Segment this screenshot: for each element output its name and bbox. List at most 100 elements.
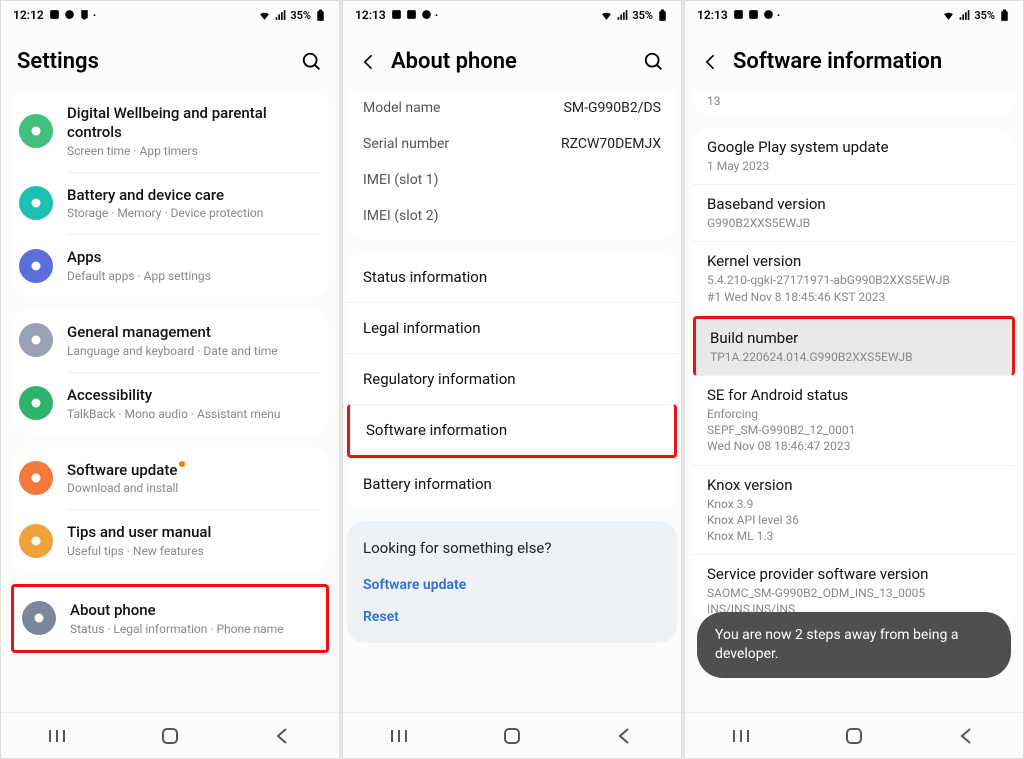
settings-row-digital-wellbeing-and-parental-controls[interactable]: Digital Wellbeing and parental controls … [11, 90, 329, 172]
update-badge [179, 461, 185, 467]
status-time: 12:13 [355, 8, 386, 22]
battery-text: 35% [632, 9, 653, 22]
row-icon [19, 524, 53, 558]
row-sub: Default apps · App settings [67, 269, 319, 283]
settings-row-apps[interactable]: Apps Default apps · App settings [11, 234, 329, 297]
info-title: Kernel version [707, 252, 1001, 270]
row-text: Software update Download and install [67, 461, 319, 496]
row-text: General management Language and keyboard… [67, 323, 319, 358]
recents-button[interactable] [45, 724, 69, 748]
screen-about-phone: 12:13 · 35% About phone Model nameSM-G99… [342, 0, 682, 759]
kv-key: Serial number [363, 136, 449, 152]
wifi-icon [942, 9, 955, 22]
row-sub: Storage · Memory · Device protection [67, 206, 319, 220]
row-sub: TalkBack · Mono audio · Assistant menu [67, 407, 319, 421]
kv-imei-slot-1-: IMEI (slot 1) [347, 162, 677, 198]
back-button[interactable] [613, 724, 637, 748]
info-sub: TP1A.220624.014.G990B2XXS5EWJB [710, 349, 998, 365]
partial-text: 13 [707, 94, 1001, 108]
looking-link-software-update[interactable]: Software update [363, 569, 661, 601]
row-title: Digital Wellbeing and parental controls [67, 104, 319, 142]
info-title: Service provider software version [707, 565, 1001, 583]
kv-value: SM-G990B2/DS [564, 100, 661, 116]
row-text: Tips and user manual Useful tips · New f… [67, 523, 319, 558]
settings-row-general-management[interactable]: General management Language and keyboard… [11, 309, 329, 372]
recents-button[interactable] [729, 724, 753, 748]
settings-row-about-phone[interactable]: About phone Status · Legal information ·… [11, 584, 329, 653]
row-icon [22, 601, 56, 635]
info-title: Knox version [707, 476, 1001, 494]
page-title: Settings [17, 49, 289, 74]
settings-list: Digital Wellbeing and parental controls … [1, 90, 339, 712]
software-info-card: Google Play system update 1 May 2023Base… [693, 128, 1015, 628]
back-button[interactable] [955, 724, 979, 748]
info-sub: EnforcingSEPF_SM-G990B2_12_0001Wed Nov 0… [707, 406, 1001, 455]
settings-row-software-update[interactable]: Software update Download and install [11, 447, 329, 510]
home-button[interactable] [500, 724, 524, 748]
looking-link-reset[interactable]: Reset [363, 601, 661, 633]
kv-imei-slot-2-: IMEI (slot 2) [347, 198, 677, 234]
about-link-battery-information[interactable]: Battery information [347, 458, 677, 509]
info-title: Build number [710, 329, 998, 347]
row-text: Apps Default apps · App settings [67, 248, 319, 283]
row-icon [19, 249, 53, 283]
row-sub: Useful tips · New features [67, 544, 319, 558]
home-button[interactable] [158, 724, 182, 748]
about-link-legal-information[interactable]: Legal information [347, 302, 677, 353]
recents-button[interactable] [387, 724, 411, 748]
back-icon[interactable] [359, 52, 379, 72]
info-links-card: Status informationLegal informationRegul… [347, 252, 677, 509]
search-icon[interactable] [301, 51, 323, 73]
about-link-status-information[interactable]: Status information [347, 252, 677, 302]
status-time: 12:12 [13, 8, 44, 22]
home-button[interactable] [842, 724, 866, 748]
row-icon [19, 186, 53, 220]
info-sub: 1 May 2023 [707, 158, 1001, 174]
row-title: Battery and device care [67, 186, 319, 205]
swinfo-knox-version[interactable]: Knox version Knox 3.9Knox API level 36Kn… [693, 466, 1015, 556]
swinfo-kernel-version[interactable]: Kernel version 5.4.210-qgki-27171971-abG… [693, 242, 1015, 315]
back-button[interactable] [271, 724, 295, 748]
row-title: General management [67, 323, 319, 342]
page-title: About phone [391, 49, 631, 74]
kv-key: IMEI (slot 2) [363, 208, 438, 224]
about-link-regulatory-information[interactable]: Regulatory information [347, 353, 677, 404]
status-bar: 12:13 · 35% [685, 1, 1023, 29]
navigation-bar [685, 712, 1023, 758]
swinfo-baseband-version[interactable]: Baseband version G990B2XXS5EWJB [693, 185, 1015, 242]
kv-value: RZCW70DEMJX [561, 136, 661, 152]
page-title: Software information [733, 49, 1007, 74]
battery-icon [656, 9, 669, 22]
status-notif-icons: · [732, 8, 781, 22]
kv-serial-number: Serial number RZCW70DEMJX [347, 126, 677, 162]
status-notif-icons: · [390, 8, 439, 22]
signal-icon [958, 9, 971, 22]
swinfo-se-for-android-status[interactable]: SE for Android status EnforcingSEPF_SM-G… [693, 376, 1015, 466]
swinfo-build-number[interactable]: Build number TP1A.220624.014.G990B2XXS5E… [693, 316, 1015, 376]
back-icon[interactable] [701, 52, 721, 72]
status-time: 12:13 [697, 8, 728, 22]
wifi-icon [600, 9, 613, 22]
kv-key: IMEI (slot 1) [363, 172, 438, 188]
row-text: Accessibility TalkBack · Mono audio · As… [67, 386, 319, 421]
row-icon [19, 114, 53, 148]
search-icon[interactable] [643, 51, 665, 73]
row-icon [19, 386, 53, 420]
info-sub: Knox 3.9Knox API level 36Knox ML 1.3 [707, 496, 1001, 545]
about-content: Model nameSM-G990B2/DSSerial numberRZCW7… [343, 90, 681, 712]
partial-row: 13 [693, 90, 1015, 116]
row-title: Apps [67, 248, 319, 267]
settings-row-accessibility[interactable]: Accessibility TalkBack · Mono audio · As… [11, 372, 329, 435]
signal-icon [616, 9, 629, 22]
about-link-software-information[interactable]: Software information [347, 404, 677, 458]
swinfo-google-play-system-update[interactable]: Google Play system update 1 May 2023 [693, 128, 1015, 185]
row-sub: Screen time · App timers [67, 144, 319, 158]
row-title: Tips and user manual [67, 523, 319, 542]
navigation-bar [1, 712, 339, 758]
screen-software-info: 12:13 · 35% Software information 13 Goog… [684, 0, 1024, 759]
developer-toast: You are now 2 steps away from being a de… [697, 612, 1011, 678]
settings-row-battery-and-device-care[interactable]: Battery and device care Storage · Memory… [11, 172, 329, 235]
settings-row-tips-and-user-manual[interactable]: Tips and user manual Useful tips · New f… [11, 509, 329, 572]
info-sub: 5.4.210-qgki-27171971-abG990B2XXS5EWJB#1… [707, 272, 1001, 304]
device-ids-card: Model nameSM-G990B2/DSSerial numberRZCW7… [347, 90, 677, 240]
